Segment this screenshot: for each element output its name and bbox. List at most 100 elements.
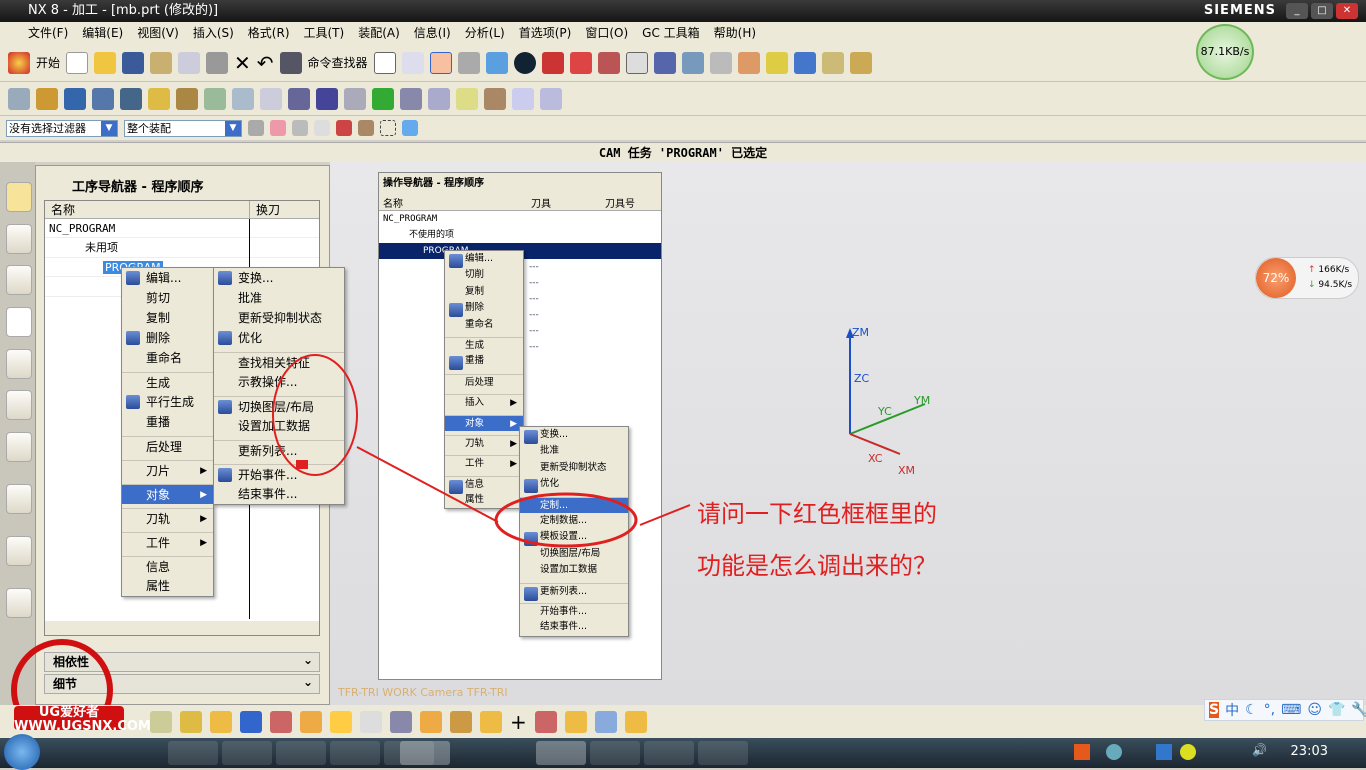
col-name[interactable]: 名称	[51, 201, 75, 219]
datum-icon[interactable]	[534, 710, 557, 733]
menu-item[interactable]: 文件(F)	[28, 22, 68, 44]
menu-item[interactable]: 更新受抑制状态	[520, 460, 628, 476]
mirror-icon[interactable]	[240, 710, 262, 733]
menu-item[interactable]: 信息	[122, 556, 213, 576]
box-select-icon[interactable]	[314, 120, 330, 136]
menu-item[interactable]: 删除	[445, 300, 523, 318]
web-browser-tab[interactable]	[6, 536, 32, 566]
explode-icon[interactable]	[390, 710, 412, 733]
settings-icon[interactable]: 🔧	[1351, 702, 1366, 718]
start-button[interactable]: 开始	[36, 54, 60, 71]
menu-item[interactable]: 更新列表...	[214, 440, 344, 460]
hidden-icon[interactable]	[597, 51, 620, 74]
menu-item[interactable]: 窗口(O)	[585, 22, 628, 44]
menu-item[interactable]: 重播	[445, 353, 523, 371]
paste-icon[interactable]	[206, 51, 229, 74]
menu-item[interactable]: 视图(V)	[137, 22, 179, 44]
menu-item[interactable]: 设置加工数据	[520, 562, 628, 578]
menu-item[interactable]: 格式(R)	[248, 22, 290, 44]
cube-icon[interactable]	[485, 51, 508, 74]
tray-app-icon[interactable]	[1156, 744, 1172, 760]
tool-holder-icon[interactable]	[400, 87, 422, 110]
volume-icon[interactable]: 🔊	[1252, 743, 1267, 757]
layer-icon[interactable]	[709, 51, 732, 74]
constraint-icon[interactable]	[300, 710, 322, 733]
open-folder-icon[interactable]	[94, 51, 117, 74]
tray-360-icon[interactable]	[1180, 744, 1196, 760]
tray-network-icon[interactable]	[1106, 744, 1122, 760]
menu-item[interactable]: 生成	[122, 372, 213, 392]
start-orb[interactable]	[4, 734, 40, 770]
menu-item[interactable]: 切换图层/布局	[520, 546, 628, 562]
block-icon[interactable]	[594, 710, 617, 733]
feature-icon[interactable]	[232, 87, 254, 110]
ruler-icon[interactable]	[821, 51, 844, 74]
menu-item[interactable]: 优化	[214, 328, 344, 348]
info-icon[interactable]	[401, 51, 424, 74]
menu-item[interactable]: 信息	[445, 475, 523, 494]
check-icon[interactable]	[372, 87, 394, 110]
dependencies-panel[interactable]: 相依性 ⌄	[44, 652, 320, 672]
keyboard-icon[interactable]: ⌨	[1281, 702, 1301, 718]
part-icon[interactable]	[150, 710, 172, 733]
view-icon[interactable]	[653, 51, 676, 74]
create-tool-icon[interactable]	[36, 87, 58, 110]
menu-item[interactable]: 批准	[520, 443, 628, 459]
filter-icon[interactable]	[358, 120, 374, 136]
menu-item[interactable]: 设置加工数据	[214, 416, 344, 436]
taskbar-app[interactable]	[698, 741, 748, 765]
save-icon[interactable]	[122, 51, 145, 74]
start-icon[interactable]	[8, 51, 30, 74]
report-icon[interactable]	[260, 87, 282, 110]
component-icon[interactable]	[210, 710, 232, 733]
menu-item[interactable]: 重播	[122, 412, 213, 432]
menu-item[interactable]: 后处理	[122, 436, 213, 456]
taskbar-app[interactable]	[222, 741, 272, 765]
render-icon[interactable]	[457, 51, 480, 74]
verify-icon[interactable]	[148, 87, 170, 110]
snap-icon[interactable]	[793, 51, 816, 74]
taskbar-app-nx[interactable]	[400, 741, 450, 765]
deselect-icon[interactable]	[292, 120, 308, 136]
menu-item[interactable]: 平行生成	[122, 392, 213, 412]
menu-item[interactable]: 工具(T)	[304, 22, 345, 44]
cube-select-icon[interactable]	[402, 120, 418, 136]
menu-item[interactable]: 结束事件...	[520, 619, 628, 635]
wcs-icon[interactable]	[737, 51, 760, 74]
menu-item[interactable]: 结束事件...	[214, 484, 344, 504]
menu-item[interactable]: 属性	[445, 492, 523, 508]
menu-item[interactable]: 开始事件...	[520, 602, 628, 619]
target-icon[interactable]	[336, 120, 352, 136]
angle-icon[interactable]	[849, 51, 872, 74]
menu-item[interactable]: 刀片 ▶	[122, 460, 213, 480]
menu-item[interactable]: 插入 ▶	[445, 394, 523, 410]
menu-item[interactable]: 帮助(H)	[714, 22, 756, 44]
assembly-icon[interactable]	[180, 710, 202, 733]
machine-navigator-tab[interactable]	[6, 349, 32, 379]
menu-item[interactable]: 编辑...	[445, 251, 523, 268]
window-icon[interactable]	[373, 51, 396, 74]
measure-icon[interactable]	[765, 51, 788, 74]
menu-item[interactable]: 对象 ▶	[122, 484, 213, 504]
menu-item[interactable]: 工件 ▶	[445, 455, 523, 471]
sphere-icon[interactable]	[513, 51, 536, 74]
details-panel[interactable]: 细节 ⌄	[44, 674, 320, 694]
create-method-icon[interactable]	[92, 87, 114, 110]
punctuation-icon[interactable]: °,	[1264, 702, 1275, 718]
selection-filter-select[interactable]: 没有选择过滤器	[6, 119, 118, 137]
generate-icon[interactable]	[120, 87, 142, 110]
snap-point-icon[interactable]	[270, 120, 286, 136]
menu-item[interactable]: 重命名	[122, 348, 213, 368]
menu-item[interactable]: 复制	[445, 284, 523, 300]
tree-row-nc-program[interactable]: NC_PROGRAM	[45, 219, 319, 239]
doc-icon[interactable]	[540, 87, 562, 110]
create-geometry-icon[interactable]	[64, 87, 86, 110]
taskbar-app[interactable]	[644, 741, 694, 765]
menu-item[interactable]: 生成	[445, 336, 523, 353]
menu-item[interactable]: 更新受抑制状态	[214, 308, 344, 328]
ime-mode[interactable]: 中	[1225, 700, 1239, 720]
menu-item[interactable]: 更新列表...	[520, 582, 628, 601]
menu-item[interactable]: 定制数据...	[520, 513, 628, 529]
program-view-icon[interactable]	[288, 87, 310, 110]
moon-icon[interactable]: ☾	[1245, 702, 1258, 718]
